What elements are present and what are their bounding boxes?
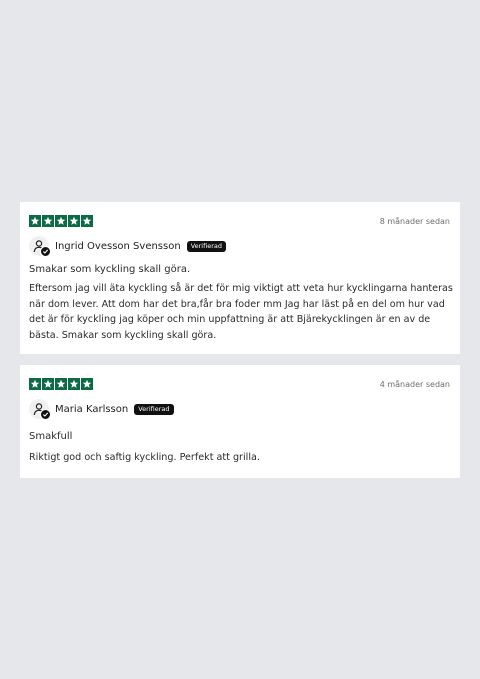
verified-badge: Verifierad xyxy=(134,403,174,415)
author-name: Maria Karlsson xyxy=(55,403,129,415)
star-icon xyxy=(55,215,67,227)
star-rating xyxy=(29,215,93,227)
verified-check-icon xyxy=(40,409,51,420)
review-body: Eftersom jag vill äta kyckling så är det… xyxy=(29,283,453,341)
review-date: 4 månader sedan xyxy=(379,379,450,389)
verified-badge: Verifierad xyxy=(186,240,226,252)
star-icon xyxy=(68,215,80,227)
review-title: Smakfull xyxy=(29,431,73,442)
review-card: 4 månader sedan Maria Karlsson Verifiera… xyxy=(20,365,460,478)
review-date: 8 månader sedan xyxy=(379,216,450,226)
star-icon xyxy=(29,215,41,227)
avatar xyxy=(29,236,51,257)
author-name: Ingrid Ovesson Svensson xyxy=(55,240,181,252)
verified-check-icon xyxy=(40,246,51,257)
star-icon xyxy=(42,215,54,227)
star-icon xyxy=(42,378,54,390)
review-card: 8 månader sedan Ingrid Ovesson Svensson … xyxy=(20,202,460,354)
star-icon xyxy=(81,215,93,227)
star-icon xyxy=(81,378,93,390)
review-body: Riktigt god och saftig kyckling. Perfekt… xyxy=(29,452,260,463)
review-title: Smakar som kyckling skall göra. xyxy=(29,264,191,275)
star-icon xyxy=(55,378,67,390)
star-icon xyxy=(29,378,41,390)
star-rating xyxy=(29,378,93,390)
avatar xyxy=(29,399,51,420)
star-icon xyxy=(68,378,80,390)
